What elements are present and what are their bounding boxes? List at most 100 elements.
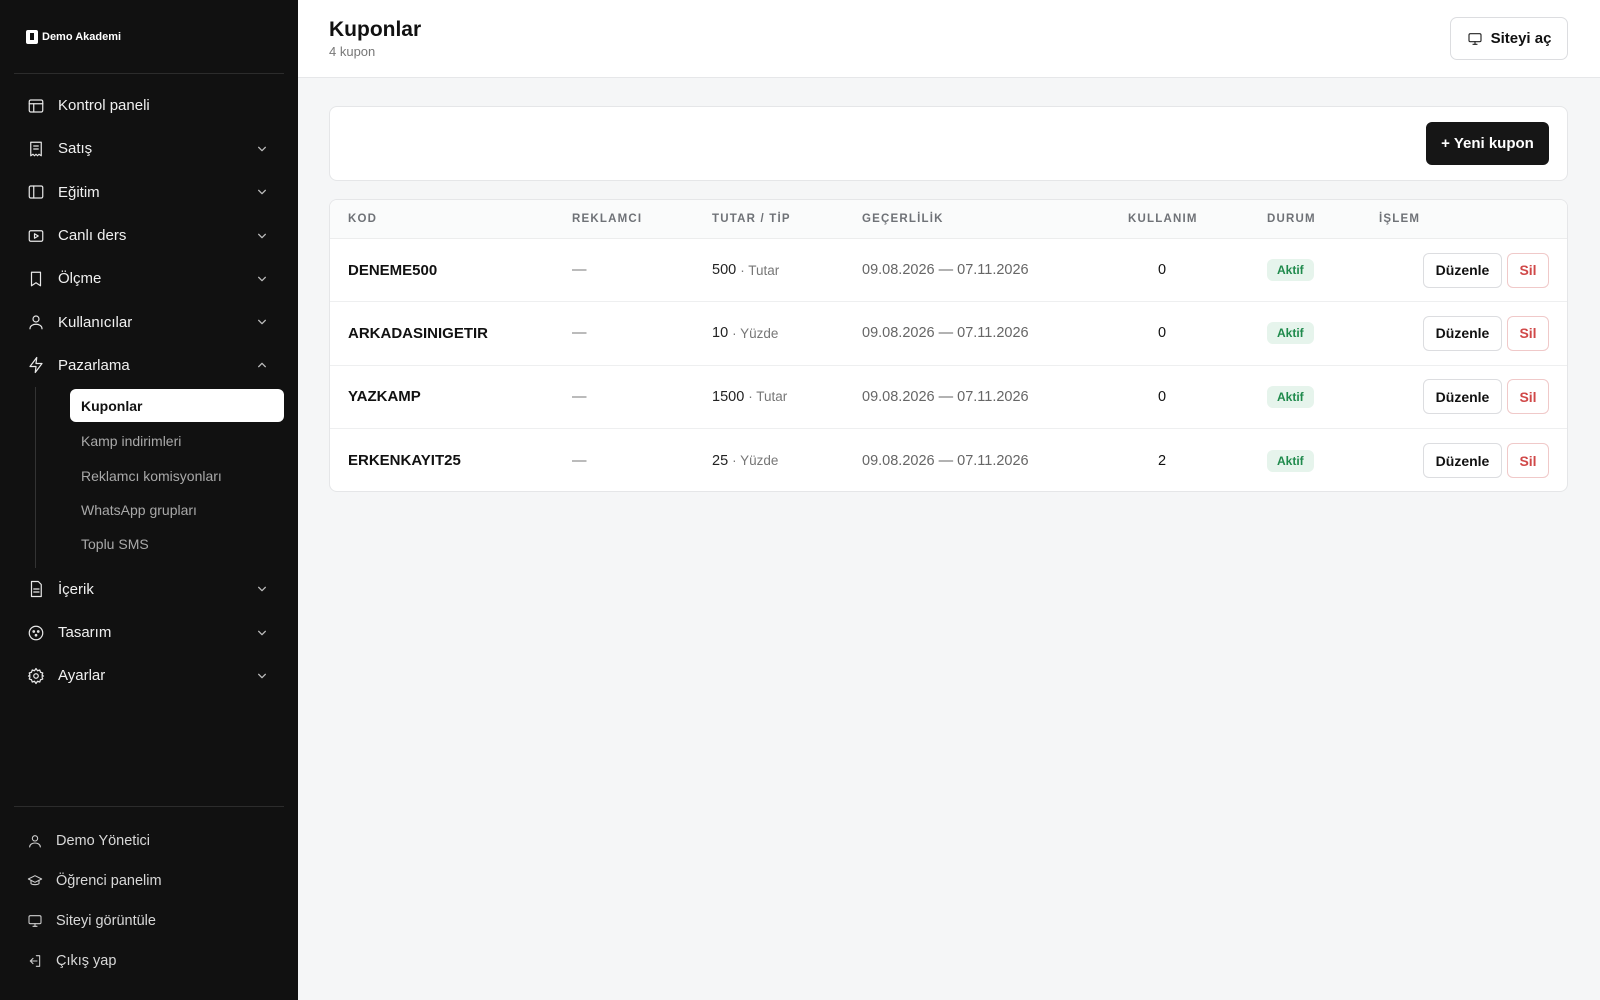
delete-button[interactable]: Sil (1507, 252, 1549, 288)
validity-range: 09.08.2026 — 07.11.2026 (862, 262, 1029, 279)
coupon-code: DENEME500 (348, 261, 438, 279)
column-header-tutar[interactable]: TUTAR / TİP (712, 213, 791, 225)
sidebar-item-canli-ders[interactable]: Canlı ders (14, 214, 284, 257)
chevron-down-icon (256, 627, 268, 639)
chevron-down-icon (256, 230, 268, 242)
sidebar-item-ayarlar[interactable]: Ayarlar (14, 654, 284, 697)
video-icon (27, 227, 45, 245)
submenu-item-toplu-sms[interactable]: Toplu SMS (70, 527, 284, 561)
status-cell: Aktif (1267, 366, 1314, 428)
amount-cell: 1500 · Tutar (712, 366, 787, 428)
pazarlama-submenu: Kuponlar Kamp indirimleri Reklamcı komis… (14, 387, 284, 568)
user-icon (27, 313, 45, 331)
row-actions: Düzenle Sil (1423, 302, 1549, 364)
sidebar-item-ogrenci-panelim[interactable]: Öğrenci panelim (14, 861, 284, 901)
sidebar-item-satis[interactable]: Satış (14, 127, 284, 170)
page-title: Kuponlar (329, 18, 422, 41)
sidebar-item-label: Ayarlar (58, 667, 106, 685)
sidebar-item-demo-yonetici[interactable]: Demo Yönetici (14, 821, 284, 861)
delete-button[interactable]: Sil (1507, 315, 1549, 351)
coupon-code: YAZKAMP (348, 388, 421, 406)
sidebar-item-egitim[interactable]: Eğitim (14, 171, 284, 214)
row-actions: Düzenle Sil (1423, 429, 1549, 491)
sidebar-divider-top (14, 73, 284, 74)
page-header: Kuponlar 4 kupon Siteyi aç (298, 0, 1600, 78)
table-row: ARKADASINIGETIR — 10 · Yüzde 09.08.2026 —… (330, 302, 1567, 366)
amount-value: 10 (712, 325, 729, 342)
sidebar-item-label: Satış (58, 140, 93, 158)
column-header-islem: İŞLEM (1379, 213, 1421, 225)
chevron-down-icon (256, 316, 268, 328)
submenu-item-kamp-indirimleri[interactable]: Kamp indirimleri (70, 424, 284, 458)
bookmark-icon (27, 270, 45, 288)
advertiser: — (572, 452, 587, 469)
amount-value: 500 (712, 262, 737, 279)
column-header-kod[interactable]: KOD (348, 213, 377, 225)
table-row: YAZKAMP — 1500 · Tutar 09.08.2026 — 07.11… (330, 366, 1567, 429)
brand-name: Demo Akademi (42, 31, 122, 43)
validity-range: 09.08.2026 — 07.11.2026 (862, 325, 1029, 342)
edit-button[interactable]: Düzenle (1423, 379, 1502, 415)
new-coupon-button[interactable]: + Yeni kupon (1426, 122, 1549, 165)
delete-button[interactable]: Sil (1507, 379, 1549, 415)
sidebar-item-label: İçerik (58, 580, 94, 598)
gear-icon (27, 667, 45, 685)
amount-cell: 10 · Yüzde (712, 302, 778, 364)
brand-logo[interactable]: Demo Akademi (26, 30, 121, 44)
chevron-down-icon (256, 583, 268, 595)
sidebar-item-siteyi-goruntule[interactable]: Siteyi görüntüle (14, 901, 284, 941)
sidebar: Demo Akademi Kontrol paneli Satış Eğitim… (0, 0, 298, 1000)
sidebar-item-cikis-yap[interactable]: Çıkış yap (14, 941, 284, 981)
sidebar-item-kullanicilar[interactable]: Kullanıcılar (14, 300, 284, 343)
lightning-icon (27, 356, 45, 374)
table-row: DENEME500 — 500 · Tutar 09.08.2026 — 07.1… (330, 239, 1567, 303)
sidebar-item-label: Tasarım (58, 624, 112, 642)
column-header-reklamci[interactable]: REKLAMCI (572, 213, 642, 225)
usage-count: 2 (1157, 452, 1167, 469)
sidebar-item-label: Siteyi görüntüle (56, 913, 156, 929)
advertiser: — (572, 325, 587, 342)
open-site-button[interactable]: Siteyi aç (1450, 17, 1568, 60)
status-cell: Aktif (1267, 302, 1314, 364)
advertiser: — (572, 262, 587, 279)
sidebar-nav: Kontrol paneli Satış Eğitim Canlı ders Ö… (14, 84, 284, 698)
status-badge: Aktif (1267, 449, 1314, 472)
usage-count: 0 (1157, 388, 1167, 405)
amount-cell: 25 · Yüzde (712, 429, 779, 491)
monitor-icon (1467, 32, 1482, 45)
chevron-up-icon (256, 359, 268, 371)
submenu-item-kuponlar[interactable]: Kuponlar (70, 389, 284, 423)
column-header-kullanim[interactable]: KULLANIM (1128, 213, 1198, 225)
edit-button[interactable]: Düzenle (1423, 252, 1502, 288)
edit-button[interactable]: Düzenle (1423, 443, 1502, 479)
validity-range: 09.08.2026 — 07.11.2026 (862, 452, 1029, 469)
sidebar-item-label: Öğrenci panelim (56, 873, 162, 889)
sidebar-item-label: Canlı ders (58, 227, 127, 245)
coupon-code: ARKADASINIGETIR (348, 324, 489, 342)
status-badge: Aktif (1267, 385, 1314, 408)
column-header-durum[interactable]: DURUM (1267, 213, 1316, 225)
status-cell: Aktif (1267, 429, 1314, 491)
sidebar-item-kontrol-paneli[interactable]: Kontrol paneli (14, 84, 284, 127)
graduation-cap-icon (27, 873, 43, 889)
sidebar-item-tasarim[interactable]: Tasarım (14, 611, 284, 654)
sidebar-item-icerik[interactable]: İçerik (14, 568, 284, 611)
column-header-gecerlilik[interactable]: GEÇERLİLİK (862, 213, 944, 225)
sidebar-item-pazarlama[interactable]: Pazarlama (14, 344, 284, 387)
sidebar-item-label: Çıkış yap (56, 953, 117, 969)
sidebar-divider-bottom (14, 806, 284, 807)
sidebar-item-label: Demo Yönetici (56, 833, 151, 849)
palette-icon (27, 624, 45, 642)
layout-icon (27, 97, 45, 115)
submenu-item-whatsapp-gruplari[interactable]: WhatsApp grupları (70, 493, 284, 527)
file-icon (27, 580, 45, 598)
sidebar-item-olcme[interactable]: Ölçme (14, 257, 284, 300)
validity-range: 09.08.2026 — 07.11.2026 (862, 388, 1029, 405)
delete-button[interactable]: Sil (1507, 443, 1549, 479)
submenu-item-reklamci-komisyonlari[interactable]: Reklamcı komisyonları (70, 458, 284, 492)
amount-type: · Yüzde (732, 453, 779, 469)
amount-type: · Tutar (748, 389, 788, 405)
chevron-down-icon (256, 273, 268, 285)
sidebar-bottom-nav: Demo Yönetici Öğrenci panelim Siteyi gör… (14, 821, 284, 981)
edit-button[interactable]: Düzenle (1423, 315, 1502, 351)
